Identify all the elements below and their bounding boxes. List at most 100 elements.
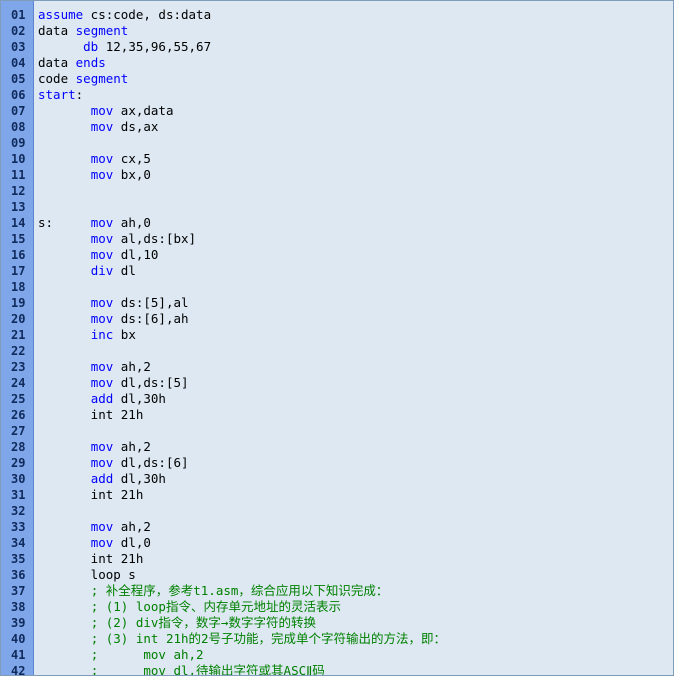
code-line[interactable]: 42 ; mov dl,待输出字符或其ASCⅡ码	[1, 663, 673, 676]
code-line[interactable]: 40 ; (3) int 21h的2号子功能，完成单个字符输出的方法，即：	[1, 631, 673, 647]
code-line[interactable]: 29 mov dl,ds:[6]	[1, 455, 673, 471]
line-code: mov ds,ax	[38, 119, 159, 135]
code-line[interactable]: 38 ; (1) loop指令、内存单元地址的灵活表示	[1, 599, 673, 615]
code-line[interactable]: 17 div dl	[1, 263, 673, 279]
code-line[interactable]: 34 mov dl,0	[1, 535, 673, 551]
code-line[interactable]: 31 int 21h	[1, 487, 673, 503]
line-code: ; mov ah,2	[38, 647, 204, 663]
line-code: db 12,35,96,55,67	[38, 39, 211, 55]
code-line[interactable]: 06 start:	[1, 87, 673, 103]
code-token: ah,2	[113, 439, 151, 454]
code-line[interactable]: 12	[1, 183, 673, 199]
line-code: mov bx,0	[38, 167, 151, 183]
code-line[interactable]: 11 mov bx,0	[1, 167, 673, 183]
code-token: int 21h	[38, 487, 144, 502]
line-number: 33	[11, 520, 26, 534]
comment-token: ; mov ah,2	[90, 647, 204, 662]
line-code: ; (2) div指令，数字→数字字符的转换	[38, 615, 316, 631]
code-line[interactable]: 22	[1, 343, 673, 359]
line-number: 01	[11, 8, 26, 22]
code-line[interactable]: 04 data ends	[1, 55, 673, 71]
line-code: mov ah,2	[38, 439, 151, 455]
code-line[interactable]: 35 int 21h	[1, 551, 673, 567]
code-editor[interactable]: 01 assume cs:code, ds:data 02 data segment 0…	[0, 0, 674, 676]
code-token: int 21h	[38, 551, 144, 566]
line-code: div dl	[38, 263, 136, 279]
keyword-token: mov	[90, 439, 114, 454]
code-line[interactable]: 20 mov ds:[6],ah	[1, 311, 673, 327]
code-token: ah,2	[113, 359, 151, 374]
line-code: add dl,30h	[38, 391, 166, 407]
line-number: 14	[11, 216, 26, 230]
code-line[interactable]: 16 mov dl,10	[1, 247, 673, 263]
code-line[interactable]: 08 mov ds,ax	[1, 119, 673, 135]
code-line[interactable]: 36 loop s	[1, 567, 673, 583]
keyword-token: add	[90, 391, 114, 406]
code-line[interactable]: 30 add dl,30h	[1, 471, 673, 487]
line-number: 09	[11, 136, 26, 150]
code-line[interactable]: 23 mov ah,2	[1, 359, 673, 375]
keyword-token: div	[90, 263, 114, 278]
code-line[interactable]: 25 add dl,30h	[1, 391, 673, 407]
line-code: add dl,30h	[38, 471, 166, 487]
keyword-token: mov	[90, 231, 114, 246]
line-number: 16	[11, 248, 26, 262]
keyword-token: mov	[90, 151, 114, 166]
line-code: s: mov ah,0	[38, 215, 151, 231]
code-token: al,ds:[bx]	[113, 231, 197, 246]
line-code: mov dl,10	[38, 247, 159, 263]
code-line[interactable]: 19 mov ds:[5],al	[1, 295, 673, 311]
code-token: data	[38, 55, 76, 70]
code-line[interactable]: 39 ; (2) div指令，数字→数字字符的转换	[1, 615, 673, 631]
line-number: 35	[11, 552, 26, 566]
code-token: ds:[5],al	[113, 295, 189, 310]
code-line[interactable]: 13	[1, 199, 673, 215]
code-line[interactable]: 05 code segment	[1, 71, 673, 87]
line-number: 25	[11, 392, 26, 406]
code-line[interactable]: 24 mov dl,ds:[5]	[1, 375, 673, 391]
keyword-token: mov	[90, 103, 114, 118]
code-line[interactable]: 32	[1, 503, 673, 519]
line-number: 02	[11, 24, 26, 38]
code-token: ah,2	[113, 519, 151, 534]
code-line[interactable]: 02 data segment	[1, 23, 673, 39]
code-line[interactable]: 01 assume cs:code, ds:data	[1, 7, 673, 23]
line-code: start:	[38, 87, 83, 103]
code-line[interactable]: 21 inc bx	[1, 327, 673, 343]
code-line[interactable]: 37 ; 补全程序，参考t1.asm，综合应用以下知识完成：	[1, 583, 673, 599]
code-line[interactable]: 14 s: mov ah,0	[1, 215, 673, 231]
line-number: 11	[11, 168, 26, 182]
code-line[interactable]: 10 mov cx,5	[1, 151, 673, 167]
line-code: ; 补全程序，参考t1.asm，综合应用以下知识完成：	[38, 583, 389, 599]
code-token: dl,ds:[5]	[113, 375, 189, 390]
line-number: 42	[11, 664, 26, 676]
code-token: s:	[38, 215, 91, 230]
line-code: data segment	[38, 23, 128, 39]
code-line[interactable]: 18	[1, 279, 673, 295]
code-line[interactable]: 41 ; mov ah,2	[1, 647, 673, 663]
line-code: data ends	[38, 55, 106, 71]
line-number: 30	[11, 472, 26, 486]
line-code: ; (3) int 21h的2号子功能，完成单个字符输出的方法，即：	[38, 631, 446, 647]
code-token: ah,0	[113, 215, 151, 230]
code-line[interactable]: 09	[1, 135, 673, 151]
code-line[interactable]: 33 mov ah,2	[1, 519, 673, 535]
code-line[interactable]: 26 int 21h	[1, 407, 673, 423]
line-number: 21	[11, 328, 26, 342]
code-line[interactable]: 27	[1, 423, 673, 439]
code-line[interactable]: 07 mov ax,data	[1, 103, 673, 119]
code-line[interactable]: 15 mov al,ds:[bx]	[1, 231, 673, 247]
code-line[interactable]: 03 db 12,35,96,55,67	[1, 39, 673, 55]
code-line[interactable]: 28 mov ah,2	[1, 439, 673, 455]
